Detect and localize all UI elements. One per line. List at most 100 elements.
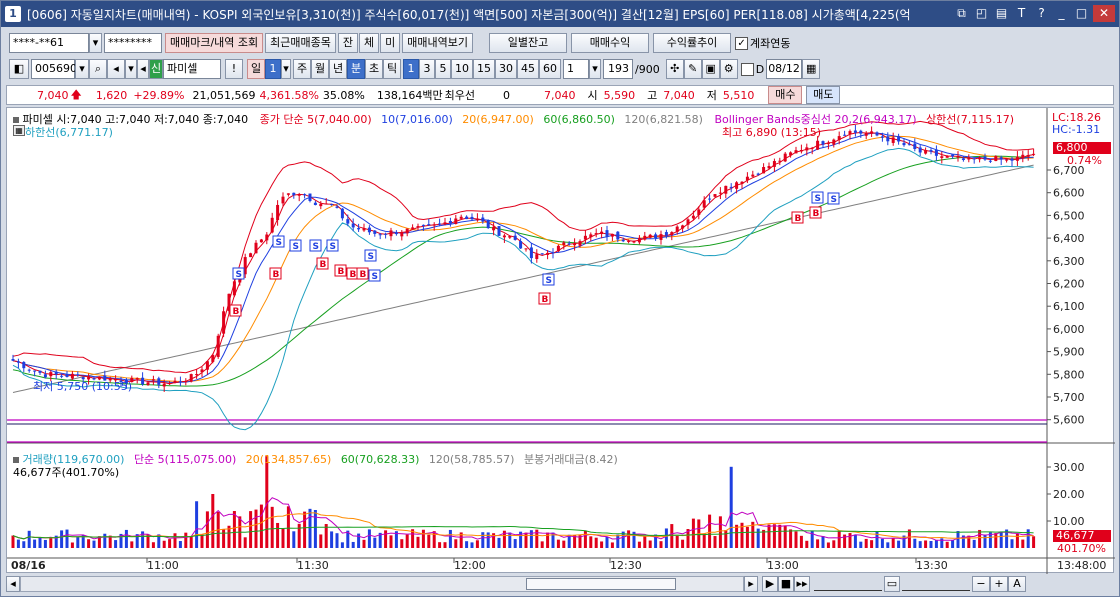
candle-body xyxy=(573,243,577,246)
calendar-icon[interactable]: ▦ xyxy=(802,59,821,79)
tab-mi[interactable]: 미 xyxy=(380,33,401,53)
search-icon[interactable]: ⌕ xyxy=(89,59,107,79)
speaker-icon[interactable]: ◂ xyxy=(107,59,125,79)
expand-icon[interactable]: + xyxy=(990,576,1008,592)
sell-button[interactable]: 매도 xyxy=(806,86,841,104)
pin-icon[interactable]: ◰ xyxy=(973,5,990,22)
trade-profit-button[interactable]: 매매수익 xyxy=(571,33,650,53)
price-info-row: 7,040 🡅 1,620 +29.89% 21,051,569 4,361.5… xyxy=(6,85,1114,105)
candle-body xyxy=(270,217,274,233)
interval-45-button[interactable]: 45 xyxy=(517,59,539,79)
speaker-dropdown-icon[interactable]: ▾ xyxy=(125,59,137,79)
chart-area[interactable]: 6,700 6,600 6,500 6,400 6,300 6,200 6,100 6,000… xyxy=(6,107,1115,574)
interval-60-button[interactable]: 60 xyxy=(539,59,561,79)
layout-icon[interactable]: ◧ xyxy=(9,59,29,79)
prev-icon[interactable]: ◂ xyxy=(137,59,149,79)
candle-body xyxy=(362,228,366,231)
count-dropdown-icon[interactable]: ▾ xyxy=(589,59,601,79)
count-input[interactable]: 1 xyxy=(563,59,589,79)
alert-button[interactable]: ! xyxy=(225,59,243,79)
fast-forward-icon[interactable]: ▸▸ xyxy=(794,576,810,592)
candle-body xyxy=(637,237,641,243)
interval-5-button[interactable]: 5 xyxy=(435,59,451,79)
stock-name-field[interactable]: 파미셀 xyxy=(163,59,221,79)
candle-body xyxy=(497,226,501,236)
period-year-button[interactable]: 년 xyxy=(329,59,347,79)
low-label: 저 xyxy=(706,89,717,102)
period-number[interactable]: 1 xyxy=(265,59,281,79)
trade-history-button[interactable]: 매매내역보기 xyxy=(402,33,474,53)
interval-30-button[interactable]: 30 xyxy=(495,59,517,79)
period-day-button[interactable]: 일 xyxy=(247,59,265,79)
account-dropdown-icon[interactable]: ▾ xyxy=(89,33,102,53)
play-icon[interactable]: ▶ xyxy=(762,576,778,592)
stop-icon[interactable]: ■ xyxy=(778,576,794,592)
interval-3-button[interactable]: 3 xyxy=(419,59,435,79)
volume-bar xyxy=(1010,539,1014,548)
interval-10-button[interactable]: 10 xyxy=(451,59,473,79)
code-input[interactable]: 005690 xyxy=(31,59,77,79)
candle-body xyxy=(902,142,906,146)
recent-trades-button[interactable]: 최근매매종목 xyxy=(265,33,336,53)
volume-bar xyxy=(11,535,15,548)
candle-body xyxy=(853,130,857,133)
code-dropdown-icon[interactable]: ▾ xyxy=(75,59,89,79)
print-icon[interactable]: ▤ xyxy=(993,5,1010,22)
volume-bar xyxy=(762,529,766,548)
save-icon[interactable]: ▣ xyxy=(701,59,720,79)
period-minute-button[interactable]: 분 xyxy=(347,59,365,79)
candle-body xyxy=(870,131,874,134)
account-input[interactable]: ****-**61 xyxy=(9,33,89,53)
account-link-checkbox[interactable]: ✓ xyxy=(735,36,749,50)
candle-body xyxy=(178,381,182,383)
help-icon[interactable]: ? xyxy=(1033,5,1050,22)
buy-button[interactable]: 매수 xyxy=(768,86,803,104)
tab-che[interactable]: 체 xyxy=(359,33,380,53)
tab-jan[interactable]: 잔 xyxy=(337,33,359,53)
volume-bar xyxy=(708,514,712,548)
close-icon[interactable]: ✕ xyxy=(1093,5,1115,22)
password-input[interactable]: ******** xyxy=(104,33,162,53)
maximize-icon[interactable]: □ xyxy=(1073,5,1090,22)
profit-trend-button[interactable]: 수익률추이 xyxy=(653,33,732,53)
speed-slider[interactable] xyxy=(814,577,882,591)
period-dropdown-icon[interactable]: ▾ xyxy=(281,59,291,79)
shrink-icon[interactable]: − xyxy=(972,576,990,592)
zoom-icon[interactable]: ▭ xyxy=(884,576,900,592)
scroll-track[interactable] xyxy=(20,576,744,592)
period-tick-button[interactable]: 틱 xyxy=(383,59,401,79)
candle-body xyxy=(27,369,31,371)
trade-mark-button[interactable]: 매매마크/내역 조회 xyxy=(165,33,264,53)
vol-ma60-legend: 60(70,628.33) xyxy=(340,453,420,466)
candle-body xyxy=(951,154,955,157)
scroll-right-icon[interactable]: ▸ xyxy=(744,576,758,592)
draw-tool-icon[interactable]: ✎ xyxy=(683,59,702,79)
candle-body xyxy=(778,160,782,162)
auto-icon[interactable]: A xyxy=(1008,576,1026,592)
interval-1-button[interactable]: 1 xyxy=(403,59,419,79)
volume-ma60-line xyxy=(12,525,1034,540)
grid-toggle-icon[interactable]: ▦ xyxy=(13,125,25,136)
date-input[interactable]: 08/12 xyxy=(766,59,803,79)
range-input[interactable]: 193 xyxy=(603,59,633,79)
scroll-thumb[interactable] xyxy=(526,578,676,590)
buy-marker-label: B xyxy=(273,270,280,280)
period-week-button[interactable]: 주 xyxy=(293,59,311,79)
interval-15-button[interactable]: 15 xyxy=(473,59,495,79)
candle-body xyxy=(762,167,766,174)
t-icon[interactable]: T xyxy=(1013,5,1030,22)
zoom-slider[interactable] xyxy=(902,577,970,591)
gear-icon[interactable]: ⚙ xyxy=(719,59,738,79)
scroll-left-icon[interactable]: ◂ xyxy=(6,576,20,592)
volume-bar xyxy=(648,540,652,548)
period-second-button[interactable]: 초 xyxy=(365,59,383,79)
volume-bar xyxy=(432,531,436,548)
date-checkbox[interactable] xyxy=(740,62,754,76)
candle-body xyxy=(416,226,420,228)
daily-balance-button[interactable]: 일별잔고 xyxy=(489,33,568,53)
period-month-button[interactable]: 월 xyxy=(311,59,329,79)
price-chart-svg[interactable]: 6,7006,6006,5006,4006,3006,2006,1006,000… xyxy=(7,108,1115,574)
link-icon[interactable]: ⧉ xyxy=(953,5,970,22)
minimize-icon[interactable]: _ xyxy=(1053,5,1070,22)
crosshair-icon[interactable]: ✣ xyxy=(665,59,684,79)
